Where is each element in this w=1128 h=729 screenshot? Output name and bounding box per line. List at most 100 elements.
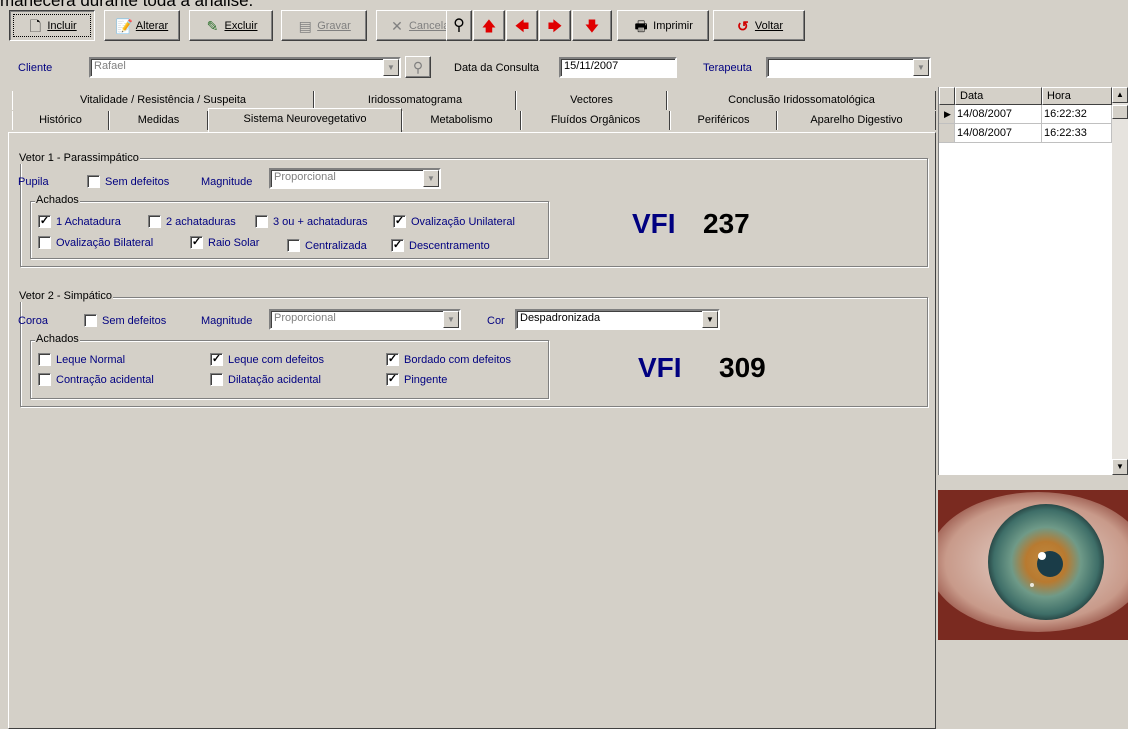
checkbox-box[interactable]: ✓ — [386, 353, 399, 366]
table-row-cell[interactable]: 16:22:33 — [1042, 124, 1112, 143]
vetor1-magnitude-label: Magnitude — [201, 176, 253, 188]
achado-centralizada[interactable]: Centralizada — [287, 239, 367, 252]
vetor2-vfi-value: 309 — [719, 352, 766, 383]
cliente-value: Rafael — [94, 60, 126, 72]
checkbox-box[interactable]: ✓ — [190, 236, 203, 249]
tab-aparelho-digestivo[interactable]: Aparelho Digestivo — [777, 111, 936, 130]
achado-descentramento[interactable]: ✓ Descentramento — [391, 239, 490, 252]
vetor2-magnitude-select[interactable]: Proporcional ▼ — [269, 309, 461, 330]
new-document-icon: 🗋 — [29, 17, 41, 34]
checkbox-box[interactable] — [87, 175, 100, 188]
grid-header-hora[interactable]: Hora — [1042, 87, 1112, 105]
chevron-down-icon[interactable]: ▼ — [443, 311, 459, 328]
scroll-down-icon[interactable]: ▼ — [1112, 459, 1128, 475]
gravar-button[interactable]: ▤ Gravar — [281, 10, 367, 41]
achado-ovalizacao-bilateral[interactable]: Ovalização Bilateral — [38, 236, 153, 249]
achado-label: Centralizada — [305, 239, 367, 252]
data-consulta-input[interactable]: 15/11/2007 — [559, 57, 677, 78]
tab-medidas[interactable]: Medidas — [109, 111, 208, 130]
search-icon: ⚲ — [453, 16, 465, 34]
iris-image — [938, 490, 1128, 640]
grid-header-data[interactable]: Data — [955, 87, 1042, 105]
table-row-cell[interactable]: 14/08/2007 — [955, 105, 1042, 124]
scroll-thumb[interactable] — [1112, 105, 1128, 119]
cor-select[interactable]: Despadronizada ▼ — [515, 309, 720, 330]
sem-defeitos-label: Sem defeitos — [105, 175, 170, 188]
save-icon: ▤ — [298, 17, 312, 34]
table-row-cell[interactable]: 16:22:32 — [1042, 105, 1112, 124]
cliente-select[interactable]: Rafael ▼ — [89, 57, 401, 78]
vetor1-vfi-value: 237 — [703, 208, 750, 239]
achado-leque-com-defeitos[interactable]: ✓ Leque com defeitos — [210, 353, 324, 366]
achado-leque-normal[interactable]: Leque Normal — [38, 353, 125, 366]
checkbox-box[interactable]: ✓ — [210, 353, 223, 366]
vetor2-vfi-label: VFI — [638, 352, 682, 383]
prev-record-button[interactable]: 🡄 — [506, 10, 538, 41]
vetor1-magnitude-select[interactable]: Proporcional ▼ — [269, 168, 441, 189]
alterar-button[interactable]: 📝 Alterar — [104, 10, 180, 41]
achado-3-achataduras[interactable]: 3 ou + achataduras — [255, 215, 368, 228]
tab-sistema-neurovegetativo[interactable]: Sistema Neurovegetativo — [208, 108, 402, 132]
achado-pingente[interactable]: ✓ Pingente — [386, 373, 447, 386]
vetor2-achados-group — [30, 340, 549, 399]
checkbox-box[interactable] — [38, 373, 51, 386]
achado-label: 2 achataduras — [166, 215, 236, 228]
achado-contracao-acidental[interactable]: Contração acidental — [38, 373, 154, 386]
achado-2-achataduras[interactable]: 2 achataduras — [148, 215, 236, 228]
chevron-down-icon[interactable]: ▼ — [383, 59, 399, 76]
tab-conclusao[interactable]: Conclusão Iridossomatológica — [667, 91, 936, 110]
checkbox-box[interactable]: ✓ — [391, 239, 404, 252]
checkbox-box[interactable] — [287, 239, 300, 252]
achado-raio-solar[interactable]: ✓ Raio Solar — [190, 236, 259, 249]
data-consulta-value: 15/11/2007 — [564, 60, 619, 72]
vetor2-magnitude-label: Magnitude — [201, 315, 253, 327]
checkbox-box[interactable] — [255, 215, 268, 228]
arrow-left-icon: 🡄 — [514, 17, 530, 34]
grid-scrollbar[interactable]: ▲ ▼ — [1112, 87, 1128, 475]
terapeuta-select[interactable]: ▼ — [766, 57, 931, 78]
achado-bordado-com-defeitos[interactable]: ✓ Bordado com defeitos — [386, 353, 511, 366]
tab-perifericos[interactable]: Periféricos — [670, 111, 777, 130]
chevron-down-icon[interactable]: ▼ — [702, 311, 718, 328]
voltar-label: Voltar — [754, 19, 784, 32]
next-record-button[interactable]: 🡆 — [539, 10, 571, 41]
vetor2-sem-defeitos-checkbox[interactable]: Sem defeitos — [84, 314, 166, 327]
sem-defeitos-label: Sem defeitos — [102, 314, 167, 327]
checkbox-box[interactable]: ✓ — [393, 215, 406, 228]
gravar-label: Gravar — [317, 19, 351, 32]
achado-dilatacao-acidental[interactable]: Dilatação acidental — [210, 373, 321, 386]
checkbox-box[interactable] — [210, 373, 223, 386]
checkbox-box[interactable]: ✓ — [38, 215, 51, 228]
consultas-grid[interactable]: Data Hora ▶ 14/08/2007 16:22:32 14/08/20… — [938, 87, 1128, 475]
achado-label: Contração acidental — [56, 373, 154, 386]
checkbox-box[interactable]: ✓ — [386, 373, 399, 386]
excluir-button[interactable]: ✎ Excluir — [189, 10, 273, 41]
voltar-button[interactable]: ↺ Voltar — [713, 10, 805, 41]
tab-vectores[interactable]: Vectores — [516, 91, 667, 110]
search-button[interactable]: ⚲ — [446, 10, 472, 41]
chevron-down-icon[interactable]: ▼ — [423, 170, 439, 187]
last-record-button[interactable]: 🡇 — [572, 10, 612, 41]
achado-ovalizacao-unilateral[interactable]: ✓ Ovalização Unilateral — [393, 215, 515, 228]
chevron-down-icon[interactable]: ▼ — [913, 59, 929, 76]
back-icon: ↺ — [737, 17, 749, 34]
cliente-search-button[interactable]: ⚲ — [405, 56, 431, 78]
achado-label: Bordado com defeitos — [404, 353, 512, 366]
achado-label: Raio Solar — [208, 236, 260, 249]
checkbox-box[interactable] — [38, 353, 51, 366]
checkbox-box[interactable] — [148, 215, 161, 228]
achado-1-achatadura[interactable]: ✓ 1 Achatadura — [38, 215, 121, 228]
scroll-up-icon[interactable]: ▲ — [1112, 87, 1128, 103]
incluir-button[interactable]: 🗋 Incluir — [9, 10, 95, 41]
achado-label: Descentramento — [409, 239, 490, 252]
tab-metabolismo[interactable]: Metabolismo — [402, 111, 521, 130]
tab-historico[interactable]: Histórico — [12, 111, 109, 130]
printer-icon: 🖶 — [634, 17, 648, 34]
vetor1-sem-defeitos-checkbox[interactable]: Sem defeitos — [87, 175, 169, 188]
checkbox-box[interactable] — [38, 236, 51, 249]
imprimir-button[interactable]: 🖶 Imprimir — [617, 10, 709, 41]
tab-fluidos-organicos[interactable]: Fluídos Orgânicos — [521, 111, 670, 130]
first-record-button[interactable]: 🡅 — [473, 10, 505, 41]
checkbox-box[interactable] — [84, 314, 97, 327]
table-row-cell[interactable]: 14/08/2007 — [955, 124, 1042, 143]
